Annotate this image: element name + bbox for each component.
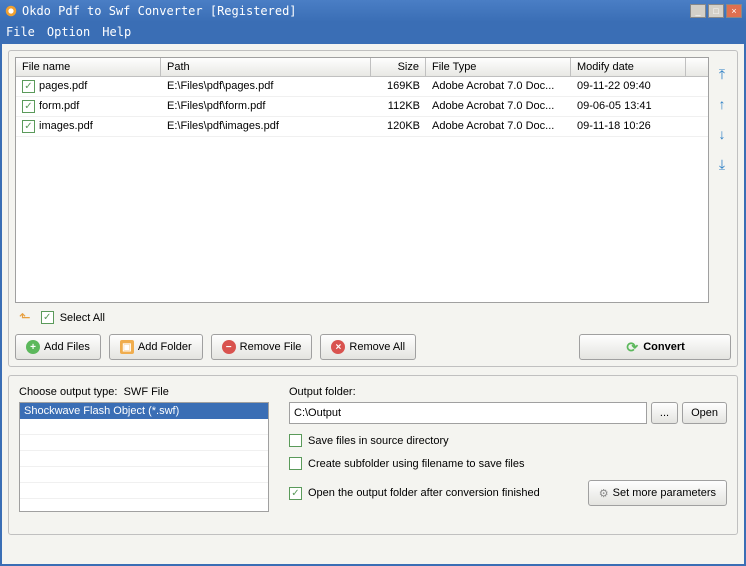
output-type-label: Choose output type:	[19, 386, 117, 398]
set-more-parameters-button[interactable]: ⚙Set more parameters	[588, 480, 727, 506]
gear-icon: ⚙	[599, 487, 609, 500]
move-bottom-button[interactable]: ⤓	[713, 155, 731, 173]
content-area: File name Path Size File Type Modify dat…	[2, 44, 744, 564]
menu-option[interactable]: Option	[47, 25, 90, 39]
main-panel: File name Path Size File Type Modify dat…	[8, 50, 738, 367]
titlebar: Okdo Pdf to Swf Converter [Registered] _…	[0, 0, 746, 22]
move-down-button[interactable]: ↓	[713, 125, 731, 143]
minus-icon: −	[222, 340, 236, 354]
menu-help[interactable]: Help	[102, 25, 131, 39]
table-header: File name Path Size File Type Modify dat…	[16, 58, 708, 77]
remove-all-button[interactable]: ×Remove All	[320, 334, 416, 360]
app-icon	[4, 4, 18, 18]
col-date[interactable]: Modify date	[571, 58, 686, 76]
menubar: File Option Help	[0, 22, 746, 42]
col-name[interactable]: File name	[16, 58, 161, 76]
browse-button[interactable]: ...	[651, 402, 678, 424]
minimize-button[interactable]: _	[690, 4, 706, 18]
close-button[interactable]: ×	[726, 4, 742, 18]
folder-icon: ▣	[120, 340, 134, 354]
bottom-panel: Choose output type: SWF File Shockwave F…	[8, 375, 738, 535]
output-type-list[interactable]: Shockwave Flash Object (*.swf)	[19, 402, 269, 512]
move-up-button[interactable]: ↑	[713, 95, 731, 113]
output-folder-input[interactable]	[289, 402, 647, 424]
save-in-source-label: Save files in source directory	[308, 435, 449, 447]
row-checkbox[interactable]: ✓	[22, 120, 35, 133]
window-title: Okdo Pdf to Swf Converter [Registered]	[22, 4, 690, 18]
open-after-label: Open the output folder after conversion …	[308, 487, 540, 499]
convert-icon: ⟳	[625, 340, 639, 354]
add-files-button[interactable]: +Add Files	[15, 334, 101, 360]
table-row[interactable]: ✓pages.pdfE:\Files\pdf\pages.pdf169KBAdo…	[16, 77, 708, 97]
menu-file[interactable]: File	[6, 25, 35, 39]
select-all-checkbox[interactable]: ✓	[41, 311, 54, 324]
plus-icon: +	[26, 340, 40, 354]
open-folder-button[interactable]: Open	[682, 402, 727, 424]
x-icon: ×	[331, 340, 345, 354]
select-all-label: Select All	[60, 312, 105, 324]
maximize-button[interactable]: □	[708, 4, 724, 18]
type-item-swf[interactable]: Shockwave Flash Object (*.swf)	[20, 403, 268, 419]
up-folder-icon[interactable]: ⬑	[19, 309, 31, 326]
output-folder-label: Output folder:	[289, 386, 727, 398]
add-folder-button[interactable]: ▣Add Folder	[109, 334, 203, 360]
create-subfolder-label: Create subfolder using filename to save …	[308, 458, 524, 470]
col-size[interactable]: Size	[371, 58, 426, 76]
move-top-button[interactable]: ⤒	[713, 65, 731, 83]
open-after-checkbox[interactable]: ✓	[289, 487, 302, 500]
col-path[interactable]: Path	[161, 58, 371, 76]
output-type-current: SWF File	[124, 386, 169, 398]
row-checkbox[interactable]: ✓	[22, 80, 35, 93]
save-in-source-checkbox[interactable]	[289, 434, 302, 447]
file-table[interactable]: File name Path Size File Type Modify dat…	[15, 57, 709, 303]
convert-button[interactable]: ⟳Convert	[579, 334, 731, 360]
remove-file-button[interactable]: −Remove File	[211, 334, 313, 360]
table-row[interactable]: ✓form.pdfE:\Files\pdf\form.pdf112KBAdobe…	[16, 97, 708, 117]
col-type[interactable]: File Type	[426, 58, 571, 76]
row-checkbox[interactable]: ✓	[22, 100, 35, 113]
table-row[interactable]: ✓images.pdfE:\Files\pdf\images.pdf120KBA…	[16, 117, 708, 137]
create-subfolder-checkbox[interactable]	[289, 457, 302, 470]
